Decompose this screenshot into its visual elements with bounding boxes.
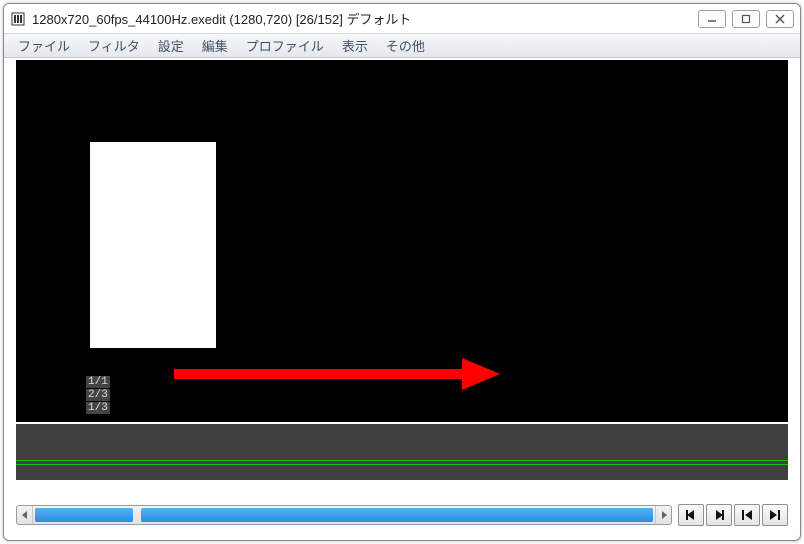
menu-profile[interactable]: プロファイル [238, 33, 332, 58]
frame-info-overlay: 1/1 2/3 1/3 [86, 375, 110, 414]
scroll-left-button[interactable] [17, 506, 33, 524]
frame-info-line: 2/3 [86, 389, 110, 401]
window-title: 1280x720_60fps_44100Hz.exedit (1280,720)… [32, 9, 698, 28]
app-icon [10, 11, 26, 27]
menu-edit[interactable]: 編集 [194, 33, 236, 58]
timeline-marker-line [16, 464, 788, 465]
window-frame: 1280x720_60fps_44100Hz.exedit (1280,720)… [3, 3, 801, 541]
frame-info-line: 1/1 [86, 376, 110, 388]
step-forward-button[interactable] [706, 504, 732, 526]
timeline-marker-line [16, 460, 788, 461]
scroll-right-button[interactable] [655, 506, 671, 524]
menu-settings[interactable]: 設定 [150, 33, 192, 58]
menubar: ファイル フィルタ 設定 編集 プロファイル 表示 その他 [4, 34, 800, 58]
scroll-thumb-segment[interactable] [141, 508, 653, 522]
window-controls [698, 10, 794, 28]
bottom-bar [16, 498, 788, 532]
scroll-thumb-track[interactable] [35, 508, 653, 522]
goto-start-button[interactable] [734, 504, 760, 526]
scroll-thumb-segment[interactable] [35, 508, 133, 522]
menu-other[interactable]: その他 [378, 33, 433, 58]
minimize-button[interactable] [698, 10, 726, 28]
seek-scrollbar[interactable] [16, 505, 672, 525]
close-button[interactable] [766, 10, 794, 28]
timeline-strip[interactable] [16, 424, 788, 480]
maximize-button[interactable] [732, 10, 760, 28]
step-back-button[interactable] [678, 504, 704, 526]
playback-controls [678, 504, 788, 526]
menu-file[interactable]: ファイル [10, 33, 78, 58]
menu-view[interactable]: 表示 [334, 33, 376, 58]
preview-object-white-rect [90, 142, 216, 348]
menu-filter[interactable]: フィルタ [80, 33, 148, 58]
titlebar[interactable]: 1280x720_60fps_44100Hz.exedit (1280,720)… [4, 4, 800, 34]
goto-end-button[interactable] [762, 504, 788, 526]
preview-viewport[interactable]: 1/1 2/3 1/3 [16, 60, 788, 422]
frame-info-line: 1/3 [86, 402, 110, 414]
